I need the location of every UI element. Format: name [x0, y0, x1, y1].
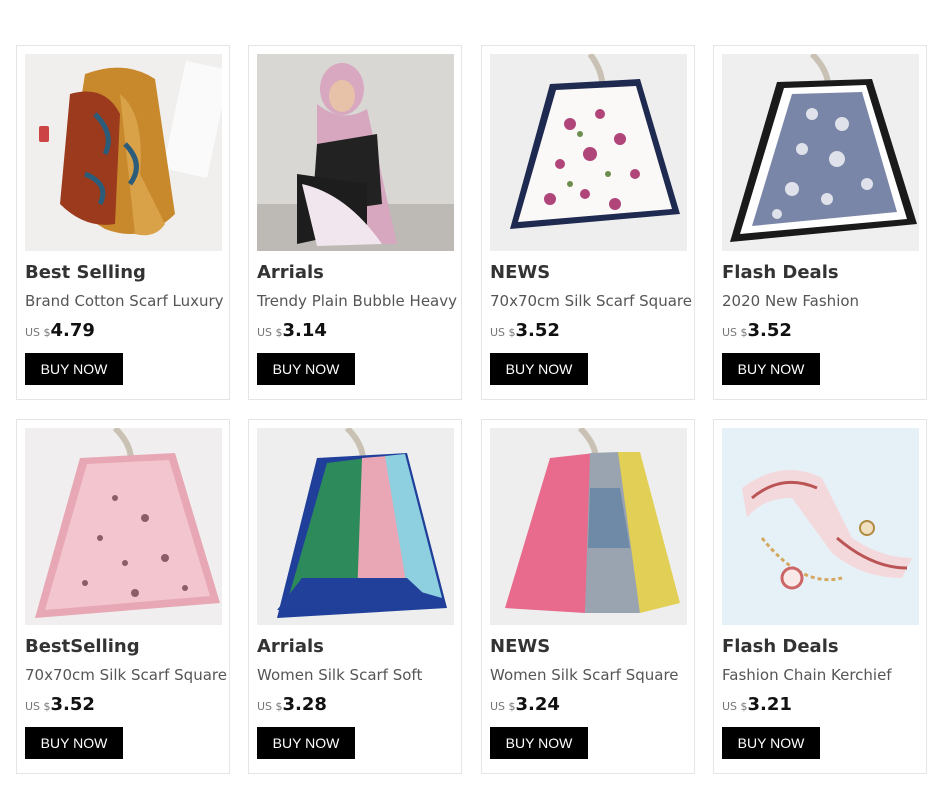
price-amount: 3.28	[282, 694, 327, 715]
product-card[interactable]: NEWS 70x70cm Silk Scarf Square US $3.52 …	[481, 45, 695, 400]
product-price: US $3.52	[25, 694, 95, 715]
product-price: US $3.28	[257, 694, 327, 715]
product-grid: Best Selling Brand Cotton Scarf Luxury U…	[0, 0, 943, 797]
product-title[interactable]: Women Silk Scarf Soft	[257, 666, 462, 684]
price-amount: 3.52	[747, 320, 792, 341]
price-amount: 3.24	[515, 694, 560, 715]
product-title[interactable]: 70x70cm Silk Scarf Square	[25, 666, 230, 684]
product-card[interactable]: Best Selling Brand Cotton Scarf Luxury U…	[16, 45, 230, 400]
currency-label: US $	[25, 326, 51, 339]
product-title[interactable]: Fashion Chain Kerchief	[722, 666, 927, 684]
currency-label: US $	[25, 700, 51, 713]
product-image[interactable]	[25, 54, 222, 251]
product-title[interactable]: 2020 New Fashion	[722, 292, 927, 310]
buy-now-button[interactable]: BUY NOW	[722, 727, 820, 759]
product-card[interactable]: Arrials Trendy Plain Bubble Heavy US $3.…	[248, 45, 462, 400]
currency-label: US $	[722, 326, 748, 339]
buy-now-button[interactable]: BUY NOW	[257, 727, 355, 759]
buy-now-button[interactable]: BUY NOW	[25, 353, 123, 385]
currency-label: US $	[490, 700, 516, 713]
currency-label: US $	[257, 326, 283, 339]
price-amount: 3.52	[50, 694, 95, 715]
product-image[interactable]	[722, 428, 919, 625]
product-image[interactable]	[490, 54, 687, 251]
buy-now-button[interactable]: BUY NOW	[490, 353, 588, 385]
product-price: US $3.52	[722, 320, 792, 341]
product-image[interactable]	[722, 54, 919, 251]
product-card[interactable]: Flash Deals 2020 New Fashion US $3.52 BU…	[713, 45, 927, 400]
product-title[interactable]: Trendy Plain Bubble Heavy	[257, 292, 462, 310]
buy-now-button[interactable]: BUY NOW	[490, 727, 588, 759]
product-title[interactable]: 70x70cm Silk Scarf Square	[490, 292, 695, 310]
product-card[interactable]: BestSelling 70x70cm Silk Scarf Square US…	[16, 419, 230, 774]
product-price: US $3.21	[722, 694, 792, 715]
price-amount: 3.14	[282, 320, 327, 341]
product-category: Arrials	[257, 262, 324, 283]
product-category: Best Selling	[25, 262, 146, 283]
product-image[interactable]	[25, 428, 222, 625]
product-category: Flash Deals	[722, 636, 839, 657]
product-category: NEWS	[490, 262, 551, 283]
product-category: Flash Deals	[722, 262, 839, 283]
product-image[interactable]	[257, 54, 454, 251]
product-category: Arrials	[257, 636, 324, 657]
product-price: US $3.52	[490, 320, 560, 341]
price-amount: 3.21	[747, 694, 792, 715]
product-card[interactable]: Flash Deals Fashion Chain Kerchief US $3…	[713, 419, 927, 774]
buy-now-button[interactable]: BUY NOW	[25, 727, 123, 759]
product-category: BestSelling	[25, 636, 140, 657]
product-image[interactable]	[257, 428, 454, 625]
currency-label: US $	[490, 326, 516, 339]
currency-label: US $	[257, 700, 283, 713]
product-category: NEWS	[490, 636, 551, 657]
price-amount: 4.79	[50, 320, 95, 341]
product-title[interactable]: Brand Cotton Scarf Luxury	[25, 292, 230, 310]
product-title[interactable]: Women Silk Scarf Square	[490, 666, 695, 684]
product-card[interactable]: Arrials Women Silk Scarf Soft US $3.28 B…	[248, 419, 462, 774]
price-amount: 3.52	[515, 320, 560, 341]
product-card[interactable]: NEWS Women Silk Scarf Square US $3.24 BU…	[481, 419, 695, 774]
currency-label: US $	[722, 700, 748, 713]
product-price: US $3.24	[490, 694, 560, 715]
buy-now-button[interactable]: BUY NOW	[722, 353, 820, 385]
product-image[interactable]	[490, 428, 687, 625]
buy-now-button[interactable]: BUY NOW	[257, 353, 355, 385]
product-price: US $4.79	[25, 320, 95, 341]
product-price: US $3.14	[257, 320, 327, 341]
